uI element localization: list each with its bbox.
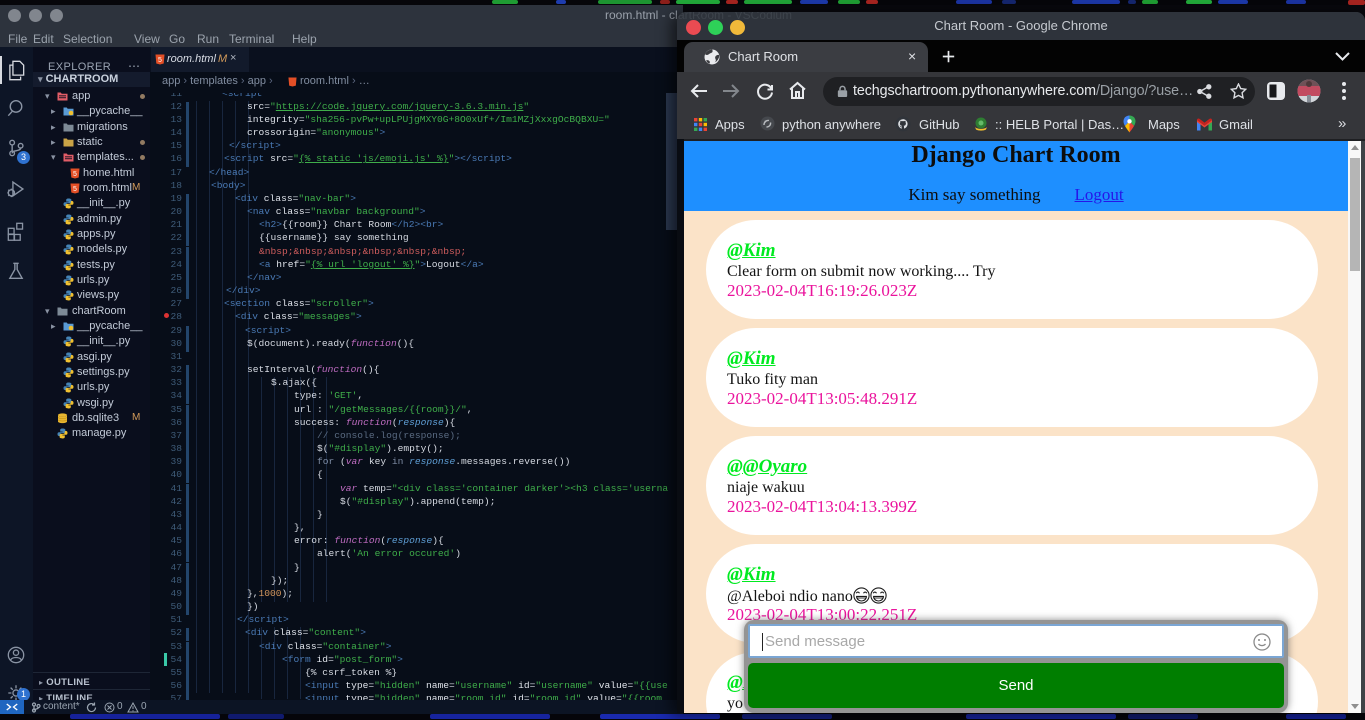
svg-text:5: 5 [73, 171, 77, 178]
svg-text:5: 5 [73, 186, 77, 193]
svg-text:5: 5 [158, 57, 162, 64]
